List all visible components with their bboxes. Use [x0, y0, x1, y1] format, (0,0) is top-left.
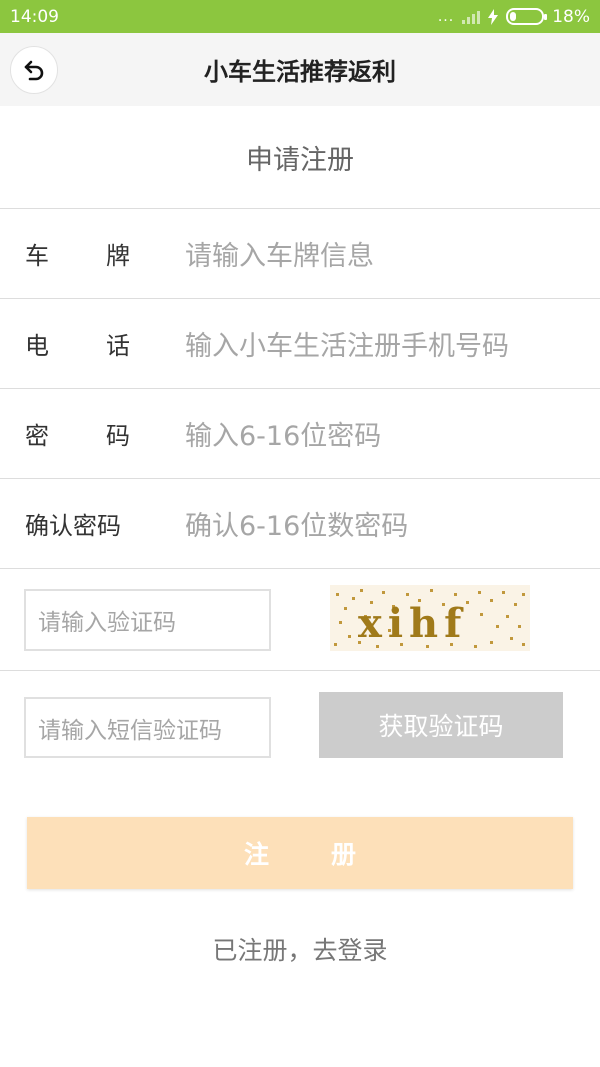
notification-dots: ... [437, 8, 455, 25]
status-icons: ... 18% [438, 7, 590, 27]
login-link[interactable]: 已注册，去登录 [0, 925, 600, 973]
captcha-noise: xihf [334, 589, 525, 648]
plate-placeholder: 请输入车牌信息 [185, 241, 374, 272]
password-input[interactable]: 输入6-16位密码 [185, 404, 600, 464]
confirm-password-input[interactable]: 确认6-16位数密码 [185, 494, 600, 554]
captcha-input[interactable]: 请输入验证码 [24, 589, 271, 651]
password-label-part: 密 [25, 422, 49, 450]
register-button[interactable]: 注 册 [27, 817, 573, 889]
plate-label-part: 牌 [106, 242, 130, 270]
confirm-password-label-text: 确认密码 [25, 512, 121, 540]
confirm-password-placeholder: 确认6-16位数密码 [185, 511, 409, 542]
login-link-text: 已注册，去登录 [212, 936, 388, 965]
confirm-password-label: 确认密码 [25, 506, 130, 541]
back-button[interactable] [10, 46, 58, 94]
sms-code-input[interactable]: 请输入短信验证码 [24, 697, 271, 758]
page-title: 小车生活推荐返利 [204, 58, 396, 86]
captcha-text: xihf [358, 600, 467, 647]
captcha-image[interactable]: xihf [330, 585, 530, 651]
signal-icon [462, 10, 481, 24]
back-arrow-icon [24, 60, 44, 81]
charging-icon [488, 8, 499, 25]
password-placeholder: 输入6-16位密码 [185, 421, 382, 452]
phone-label-part: 话 [106, 332, 130, 360]
get-sms-code-label: 获取验证码 [378, 712, 504, 741]
phone-label-part: 电 [25, 332, 49, 360]
phone-label: 电 话 [25, 326, 130, 361]
register-label-part: 注 [243, 840, 269, 869]
phone-row: 电 话 输入小车生活注册手机号码 [0, 299, 600, 389]
battery-percent: 18% [552, 6, 590, 27]
plate-input[interactable]: 请输入车牌信息 [185, 224, 600, 284]
password-row: 密 码 输入6-16位密码 [0, 389, 600, 479]
confirm-password-row: 确认密码 确认6-16位数密码 [0, 479, 600, 569]
password-label: 密 码 [25, 416, 130, 451]
get-sms-code-button[interactable]: 获取验证码 [319, 692, 563, 758]
phone-input[interactable]: 输入小车生活注册手机号码 [185, 314, 600, 374]
register-label-part: 册 [331, 840, 357, 869]
section-title: 申请注册 [0, 106, 600, 209]
plate-label-part: 车 [25, 242, 49, 270]
password-label-part: 码 [106, 422, 130, 450]
battery-icon [506, 8, 548, 25]
phone-placeholder: 输入小车生活注册手机号码 [185, 331, 509, 362]
status-bar: 14:09 ... 18% [0, 0, 600, 33]
plate-label: 车 牌 [25, 236, 130, 271]
captcha-row: 请输入验证码 xihf [0, 570, 600, 671]
app-header: 小车生活推荐返利 [0, 33, 600, 106]
status-time: 14:09 [10, 6, 59, 27]
captcha-placeholder: 请输入验证码 [38, 610, 176, 636]
plate-row: 车 牌 请输入车牌信息 [0, 209, 600, 299]
sms-code-placeholder: 请输入短信验证码 [38, 717, 222, 744]
